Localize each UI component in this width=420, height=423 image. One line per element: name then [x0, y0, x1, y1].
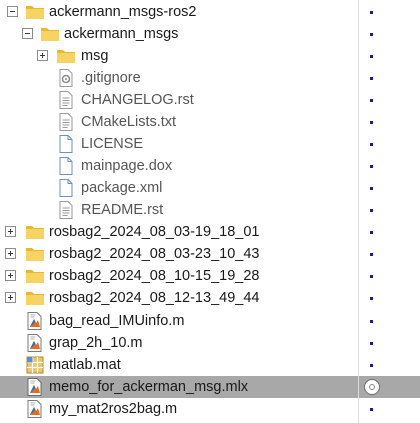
- folder-icon: [56, 46, 76, 66]
- folder-icon: [25, 288, 45, 308]
- tree-item-label: README.rst: [81, 202, 164, 218]
- folder-icon: [25, 2, 45, 22]
- tree-item-label: rosbag2_2024_08_10-15_19_28: [49, 268, 260, 284]
- tree-row-readme[interactable]: README.rst: [0, 199, 420, 221]
- tree-row-memo-for-ackerman-msg[interactable]: memo_for_ackerman_msg.mlx: [0, 376, 420, 398]
- folder-icon: [25, 244, 45, 264]
- status-dot: [370, 275, 373, 278]
- modified-status-icon: [365, 380, 379, 394]
- tree-item-label: my_mat2ros2bag.m: [49, 401, 178, 417]
- status-dot: [370, 209, 373, 212]
- text-file-icon: [56, 90, 76, 110]
- tree-item-label: memo_for_ackerman_msg.mlx: [49, 379, 249, 395]
- tree-row-license[interactable]: LICENSE: [0, 133, 420, 155]
- matlab-script-icon: [25, 311, 45, 331]
- tree-row-msg[interactable]: msg: [0, 45, 420, 67]
- tree-item-label: CMakeLists.txt: [81, 114, 177, 130]
- tree-item-label: .gitignore: [81, 70, 141, 86]
- tree-item-label: matlab.mat: [49, 357, 121, 373]
- tree-item-label: ackermann_msgs: [64, 26, 179, 42]
- folder-icon: [40, 24, 60, 44]
- tree-item-label: CHANGELOG.rst: [81, 92, 194, 108]
- tree-item-label: LICENSE: [81, 136, 144, 152]
- tree-row-ackermann-msgs[interactable]: ackermann_msgs: [0, 23, 420, 45]
- tree-item-label: rosbag2_2024_08_03-23_10_43: [49, 246, 260, 262]
- mat-file-icon: [25, 355, 45, 375]
- matlab-script-icon: [25, 399, 45, 419]
- status-dot: [370, 143, 373, 146]
- tree-item-label: msg: [81, 48, 109, 64]
- status-dot: [370, 99, 373, 102]
- folder-icon: [25, 266, 45, 286]
- live-script-icon: [25, 377, 45, 397]
- tree-row-cmakelists[interactable]: CMakeLists.txt: [0, 111, 420, 133]
- tree-item-label: rosbag2_2024_08_03-19_18_01: [49, 224, 260, 240]
- tree-row-changelog[interactable]: CHANGELOG.rst: [0, 89, 420, 111]
- tree-item-label: ackermann_msgs-ros2: [49, 4, 197, 20]
- status-dot: [370, 77, 373, 80]
- folder-icon: [25, 222, 45, 242]
- gitignore-file-icon: [56, 68, 76, 88]
- status-dot: [370, 55, 373, 58]
- status-dot: [370, 253, 373, 256]
- tree-row-gitignore[interactable]: .gitignore: [0, 67, 420, 89]
- expand-icon[interactable]: [5, 292, 16, 303]
- status-dot: [370, 165, 373, 168]
- status-dot: [370, 121, 373, 124]
- tree-row-matlab-mat[interactable]: matlab.mat: [0, 354, 420, 376]
- tree-row-grap-2h-10[interactable]: grap_2h_10.m: [0, 332, 420, 354]
- tree-row-bag-read-imuinfo[interactable]: bag_read_IMUinfo.m: [0, 310, 420, 332]
- tree-item-label: package.xml: [81, 180, 163, 196]
- expand-icon[interactable]: [37, 50, 48, 61]
- column-separator[interactable]: [358, 0, 359, 423]
- tree-row-mainpage[interactable]: mainpage.dox: [0, 155, 420, 177]
- tree-item-label: bag_read_IMUinfo.m: [49, 313, 185, 329]
- status-dot: [370, 320, 373, 323]
- status-dot: [370, 11, 373, 14]
- collapse-icon[interactable]: [22, 28, 33, 39]
- collapse-icon[interactable]: [7, 6, 18, 17]
- expand-icon[interactable]: [5, 270, 16, 281]
- tree-item-label: mainpage.dox: [81, 158, 173, 174]
- tree-row-ackermann-msgs-ros2[interactable]: ackermann_msgs-ros2: [0, 1, 420, 23]
- tree-item-label: rosbag2_2024_08_12-13_49_44: [49, 290, 260, 306]
- status-dot: [370, 187, 373, 190]
- tree-row-rosbag2-2[interactable]: rosbag2_2024_08_03-23_10_43: [0, 243, 420, 265]
- file-tree: ackermann_msgs-ros2 ackermann_msgs msg .…: [0, 0, 420, 423]
- blank-file-icon: [56, 156, 76, 176]
- status-dot: [370, 33, 373, 36]
- status-dot: [370, 408, 373, 411]
- tree-row-package-xml[interactable]: package.xml: [0, 177, 420, 199]
- text-file-icon: [56, 200, 76, 220]
- blank-file-icon: [56, 134, 76, 154]
- matlab-script-icon: [25, 333, 45, 353]
- status-dot: [370, 231, 373, 234]
- text-file-icon: [56, 112, 76, 132]
- status-dot: [370, 297, 373, 300]
- tree-row-rosbag2-3[interactable]: rosbag2_2024_08_10-15_19_28: [0, 265, 420, 287]
- expand-icon[interactable]: [5, 248, 16, 259]
- tree-item-label: grap_2h_10.m: [49, 335, 143, 351]
- status-dot: [370, 364, 373, 367]
- status-dot: [370, 342, 373, 345]
- blank-file-icon: [56, 178, 76, 198]
- expand-icon[interactable]: [5, 226, 16, 237]
- tree-row-my-mat2ros2bag[interactable]: my_mat2ros2bag.m: [0, 398, 420, 420]
- tree-row-rosbag2-1[interactable]: rosbag2_2024_08_03-19_18_01: [0, 221, 420, 243]
- tree-row-rosbag2-4[interactable]: rosbag2_2024_08_12-13_49_44: [0, 287, 420, 309]
